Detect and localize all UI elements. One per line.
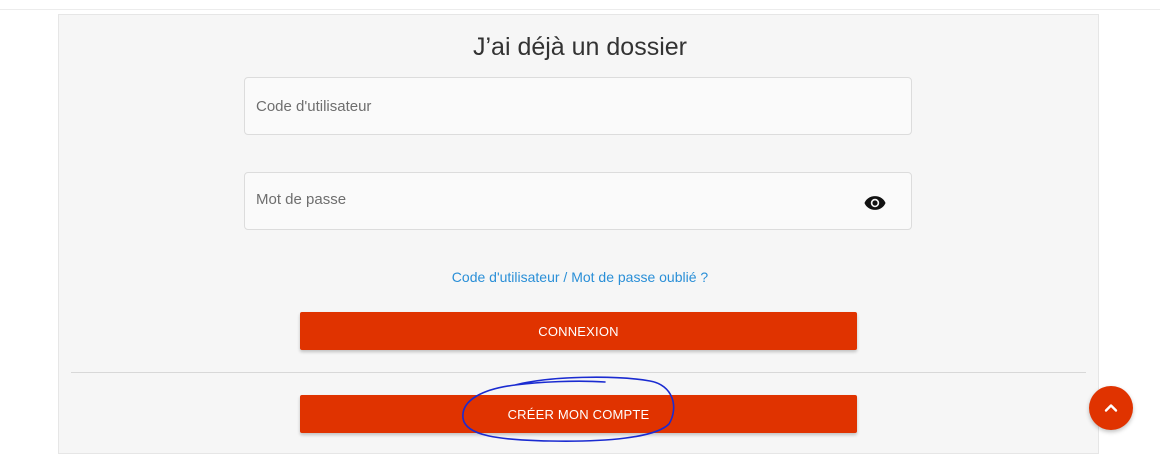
top-divider [0,9,1160,10]
forgot-credentials-link[interactable]: Code d'utilisateur / Mot de passe oublié… [452,269,708,285]
username-input[interactable] [245,78,911,134]
scroll-to-top-button[interactable] [1089,386,1133,430]
chevron-up-icon [1104,404,1118,412]
password-field[interactable] [244,172,912,230]
forgot-credentials-link-row: Code d'utilisateur / Mot de passe oublié… [0,269,1160,285]
username-field[interactable] [244,77,912,135]
create-account-button[interactable]: CRÉER MON COMPTE [300,395,857,433]
password-input[interactable] [245,173,911,229]
login-button[interactable]: CONNEXION [300,312,857,350]
eye-icon[interactable] [864,195,886,211]
section-divider [71,372,1086,373]
page-title: J’ai déjà un dossier [472,33,687,61]
